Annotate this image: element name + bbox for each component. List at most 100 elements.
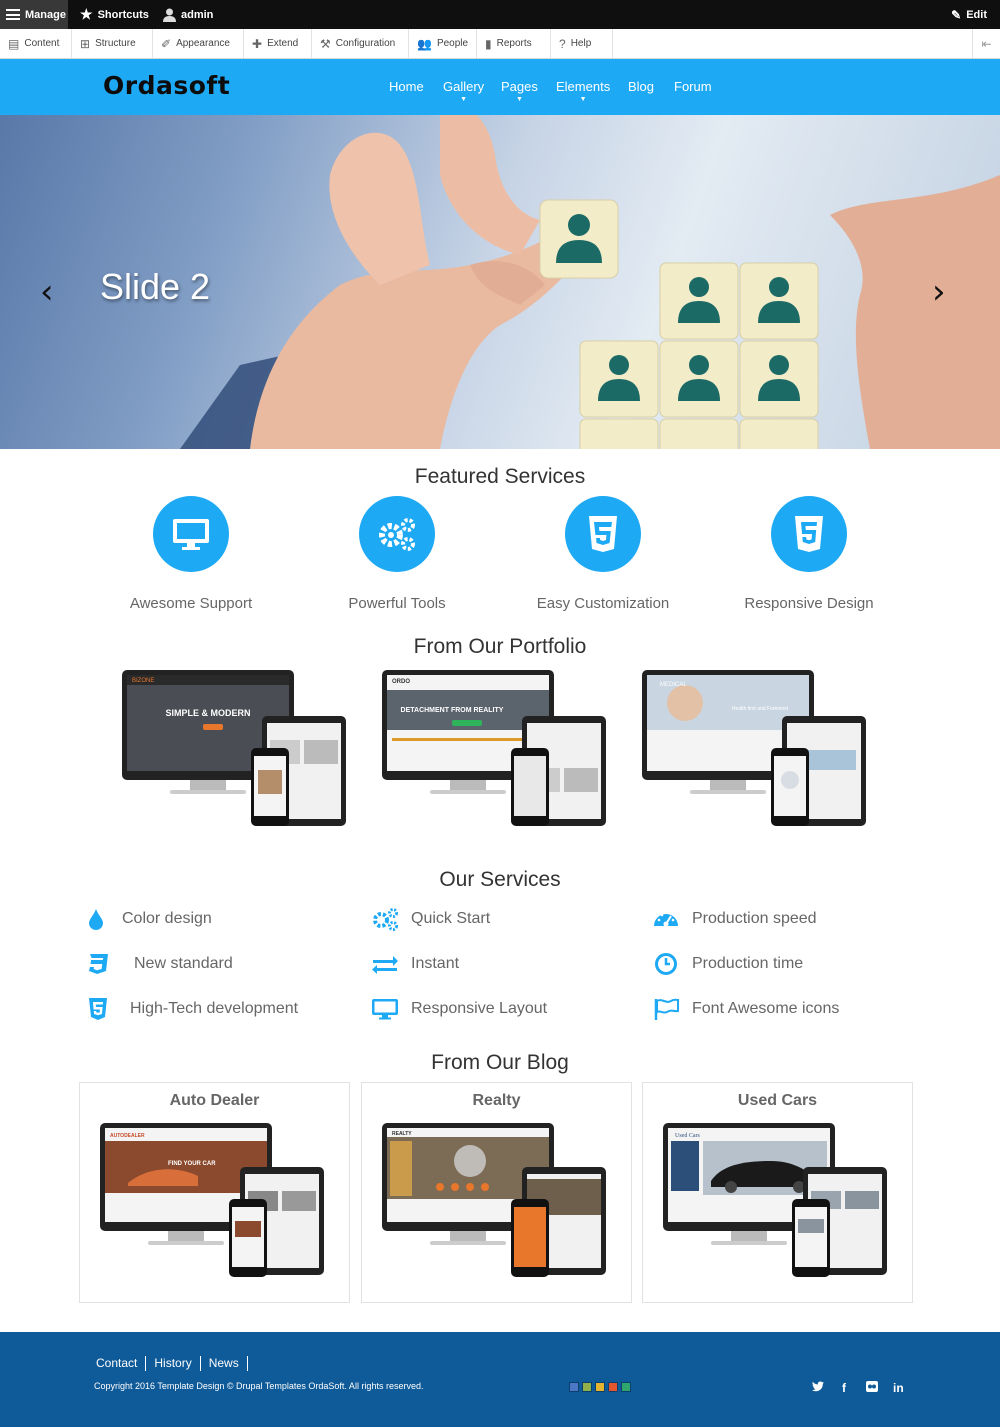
tray-item-configuration[interactable]: ⚒ Configuration [312, 29, 409, 58]
nav-home[interactable]: Home [389, 79, 424, 94]
portfolio-devices-image: Health first and Foremost MEDICAL [642, 670, 866, 826]
portfolio-item-3[interactable]: Health first and Foremost MEDICAL [640, 668, 875, 833]
featured-services-title: Featured Services [414, 465, 586, 488]
clock-icon [652, 952, 680, 976]
tray-label: Extend [267, 38, 299, 49]
caret-down-icon: ▼ [579, 96, 587, 103]
nav-label: Home [389, 79, 424, 94]
footer-links: Contact History News [96, 1356, 248, 1371]
blog-card-auto-dealer[interactable]: Auto Dealer AUTODEALER FIND YOUR CAR [79, 1082, 350, 1303]
service-high-tech-development: High-Tech development [84, 997, 298, 1021]
dashboard-icon [652, 907, 680, 931]
blog-brand: AUTODEALER [110, 1133, 145, 1139]
portfolio-brand: ORDO [392, 679, 410, 685]
feature-circle [153, 496, 229, 572]
admin-tray: ▤ Content ⊞ Structure ✐ Appearance ✚ Ext… [0, 29, 1000, 59]
edit-label: Edit [966, 8, 987, 21]
nav-label: Gallery [443, 79, 485, 94]
feature-circle [771, 496, 847, 572]
feature-label: Awesome Support [129, 595, 253, 612]
blog-card-used-cars[interactable]: Used Cars Used Cars [642, 1082, 913, 1303]
feature-awesome-support[interactable]: Awesome Support [91, 496, 291, 612]
blog-brand: REALTY [392, 1131, 412, 1137]
feature-powerful-tools[interactable]: Powerful Tools [297, 496, 497, 612]
tray-item-extend[interactable]: ✚ Extend [244, 29, 312, 58]
service-production-time: Production time [652, 952, 803, 976]
footer-link-history[interactable]: History [146, 1356, 201, 1371]
tray-label: Help [570, 38, 592, 49]
blog-caption: FIND YOUR CAR [168, 1161, 216, 1167]
manage-button[interactable]: Manage [0, 0, 68, 29]
service-label: New standard [134, 955, 233, 972]
tray-item-help[interactable]: ? Help [551, 29, 613, 58]
linkedin-glyph: in [893, 1381, 904, 1395]
nav-blog[interactable]: Blog [628, 79, 654, 94]
swatch-red[interactable] [608, 1382, 618, 1392]
slider-prev-button[interactable]: ‹ [40, 275, 54, 309]
footer-link-contact[interactable]: Contact [96, 1356, 147, 1371]
color-swatches [569, 1382, 631, 1392]
portfolio-item-1[interactable]: SIMPLE & MODERN BIZONE [120, 668, 355, 833]
tray-item-reports[interactable]: ▮ Reports [477, 29, 551, 58]
site-logo[interactable]: Ordasoft [103, 71, 230, 100]
nav-label: Forum [674, 79, 712, 94]
service-label: Responsive Layout [411, 1000, 548, 1017]
swatch-yellow[interactable] [595, 1382, 605, 1392]
html5-icon [84, 997, 112, 1021]
nav-gallery[interactable]: Gallery ▼ [443, 79, 484, 104]
footer-link-news[interactable]: News [201, 1356, 248, 1371]
swatch-blue[interactable] [569, 1382, 579, 1392]
feature-easy-customization[interactable]: Easy Customization [503, 496, 703, 612]
nav-elements[interactable]: Elements ▼ [556, 79, 610, 104]
blog-card-title: Used Cars [737, 1092, 818, 1109]
portfolio-caption: SIMPLE & MODERN [165, 708, 250, 718]
blog-devices-image: REALTY [382, 1123, 606, 1277]
flickr-icon[interactable] [866, 1381, 878, 1395]
user-button[interactable]: admin [163, 0, 213, 29]
portfolio-caption: DETACHMENT FROM REALITY [401, 707, 504, 714]
tray-item-content[interactable]: ▤ Content [0, 29, 72, 58]
portfolio-brand: BIZONE [132, 678, 154, 684]
service-new-standard: New standard [84, 952, 233, 976]
blog-card-realty[interactable]: Realty REALTY [361, 1082, 632, 1303]
tray-item-people[interactable]: 👥 People [409, 29, 477, 58]
swatch-teal[interactable] [621, 1382, 631, 1392]
facebook-icon[interactable]: f [842, 1381, 846, 1395]
tray-item-structure[interactable]: ⊞ Structure [72, 29, 153, 58]
chevron-left-icon: ‹ [40, 272, 54, 312]
our-services-title: Our Services [439, 868, 561, 891]
tray-label: People [436, 38, 469, 49]
held-cube [539, 199, 619, 279]
user-label: admin [181, 8, 214, 21]
brush-icon: ✐ [161, 36, 172, 51]
service-label: High-Tech development [130, 1000, 299, 1017]
nav-forum[interactable]: Forum [674, 79, 712, 94]
chevron-right-icon: › [932, 272, 946, 312]
collapse-tray-button[interactable]: ⇤ [972, 29, 1000, 58]
linkedin-icon[interactable]: in [893, 1381, 904, 1395]
swatch-green[interactable] [582, 1382, 592, 1392]
portfolio-devices-image: DETACHMENT FROM REALITY ORDO [382, 670, 606, 826]
feature-responsive-design[interactable]: Responsive Design [709, 496, 909, 612]
slider-next-button[interactable]: › [932, 275, 946, 309]
facebook-glyph: f [842, 1381, 846, 1395]
portfolio-caption: Health first and Foremost [732, 706, 789, 712]
slide-title: Slide 2 [100, 266, 211, 307]
shortcuts-button[interactable]: ★ Shortcuts [80, 0, 149, 29]
tray-label: Configuration [335, 38, 396, 49]
twitter-icon[interactable] [812, 1381, 824, 1395]
service-label: Instant [411, 955, 460, 972]
file-icon: ▤ [8, 36, 20, 51]
edit-button[interactable]: ✎ Edit [951, 0, 987, 29]
service-label: Production speed [692, 910, 817, 927]
service-responsive-layout: Responsive Layout [371, 997, 547, 1021]
portfolio-brand: MEDICAL [660, 682, 687, 688]
admin-toolbar: Manage ★ Shortcuts admin ✎ Edit [0, 0, 1000, 29]
star-icon: ★ [80, 6, 93, 22]
portfolio-item-2[interactable]: DETACHMENT FROM REALITY ORDO [380, 668, 615, 833]
tray-item-appearance[interactable]: ✐ Appearance [153, 29, 244, 58]
service-font-awesome-icons: Font Awesome icons [652, 997, 839, 1021]
nav-pages[interactable]: Pages ▼ [501, 79, 538, 104]
blog-card-title: Realty [472, 1092, 521, 1109]
blog-devices-image: Used Cars [663, 1123, 887, 1277]
